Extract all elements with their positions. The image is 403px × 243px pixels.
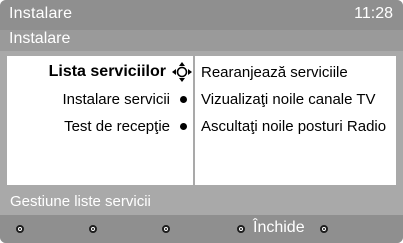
- submenu-title-bar: Instalare: [0, 30, 403, 51]
- green-key-dot-icon[interactable]: [89, 225, 97, 233]
- submenu-item-ascultati-radio[interactable]: Ascultaţi noile posturi Radio: [201, 118, 386, 135]
- blue-key-dot-icon[interactable]: [237, 225, 245, 233]
- navigation-cross-icon: [171, 61, 193, 83]
- title-bar: Instalare 11:28: [0, 0, 403, 33]
- yellow-key-dot-icon[interactable]: [162, 225, 170, 233]
- extra-key-dot-icon[interactable]: [320, 225, 328, 233]
- dot-bullet-icon: [180, 95, 187, 103]
- red-key-dot-icon[interactable]: [16, 225, 24, 233]
- dot-bullet-icon: [180, 122, 187, 130]
- submenu-item-rearanjeaza[interactable]: Rearanjează serviciile: [201, 64, 348, 81]
- menu-item-label: Test de recepţie: [64, 117, 170, 135]
- submenu-panel: Rearanjează serviciile Vizualizaţi noile…: [195, 56, 396, 185]
- menu-panel: Lista serviciilor Instalare servicii Tes…: [7, 56, 193, 185]
- status-text: Gestiune liste servicii: [10, 193, 151, 210]
- submenu-item-vizualizati-tv[interactable]: Vizualizaţi noile canale TV: [201, 91, 376, 108]
- menu-item-label: Instalare servicii: [62, 90, 170, 108]
- submenu-title: Instalare: [9, 30, 71, 47]
- close-button[interactable]: Închide: [253, 219, 305, 237]
- menu-item-test-receptie[interactable]: Test de recepţie: [64, 116, 193, 136]
- status-bar: Gestiune liste servicii: [7, 193, 396, 213]
- tv-menu-screen: Instalare 11:28 Instalare Lista servicii…: [0, 0, 403, 243]
- menu-item-label: Lista serviciilor: [48, 63, 166, 80]
- clock: 11:28: [354, 5, 393, 22]
- menu-title: Instalare: [9, 5, 73, 22]
- color-key-bar: Închide: [0, 215, 403, 243]
- menu-item-lista-serviciilor[interactable]: Lista serviciilor: [49, 62, 193, 82]
- menu-item-instalare-servicii[interactable]: Instalare servicii: [62, 89, 193, 109]
